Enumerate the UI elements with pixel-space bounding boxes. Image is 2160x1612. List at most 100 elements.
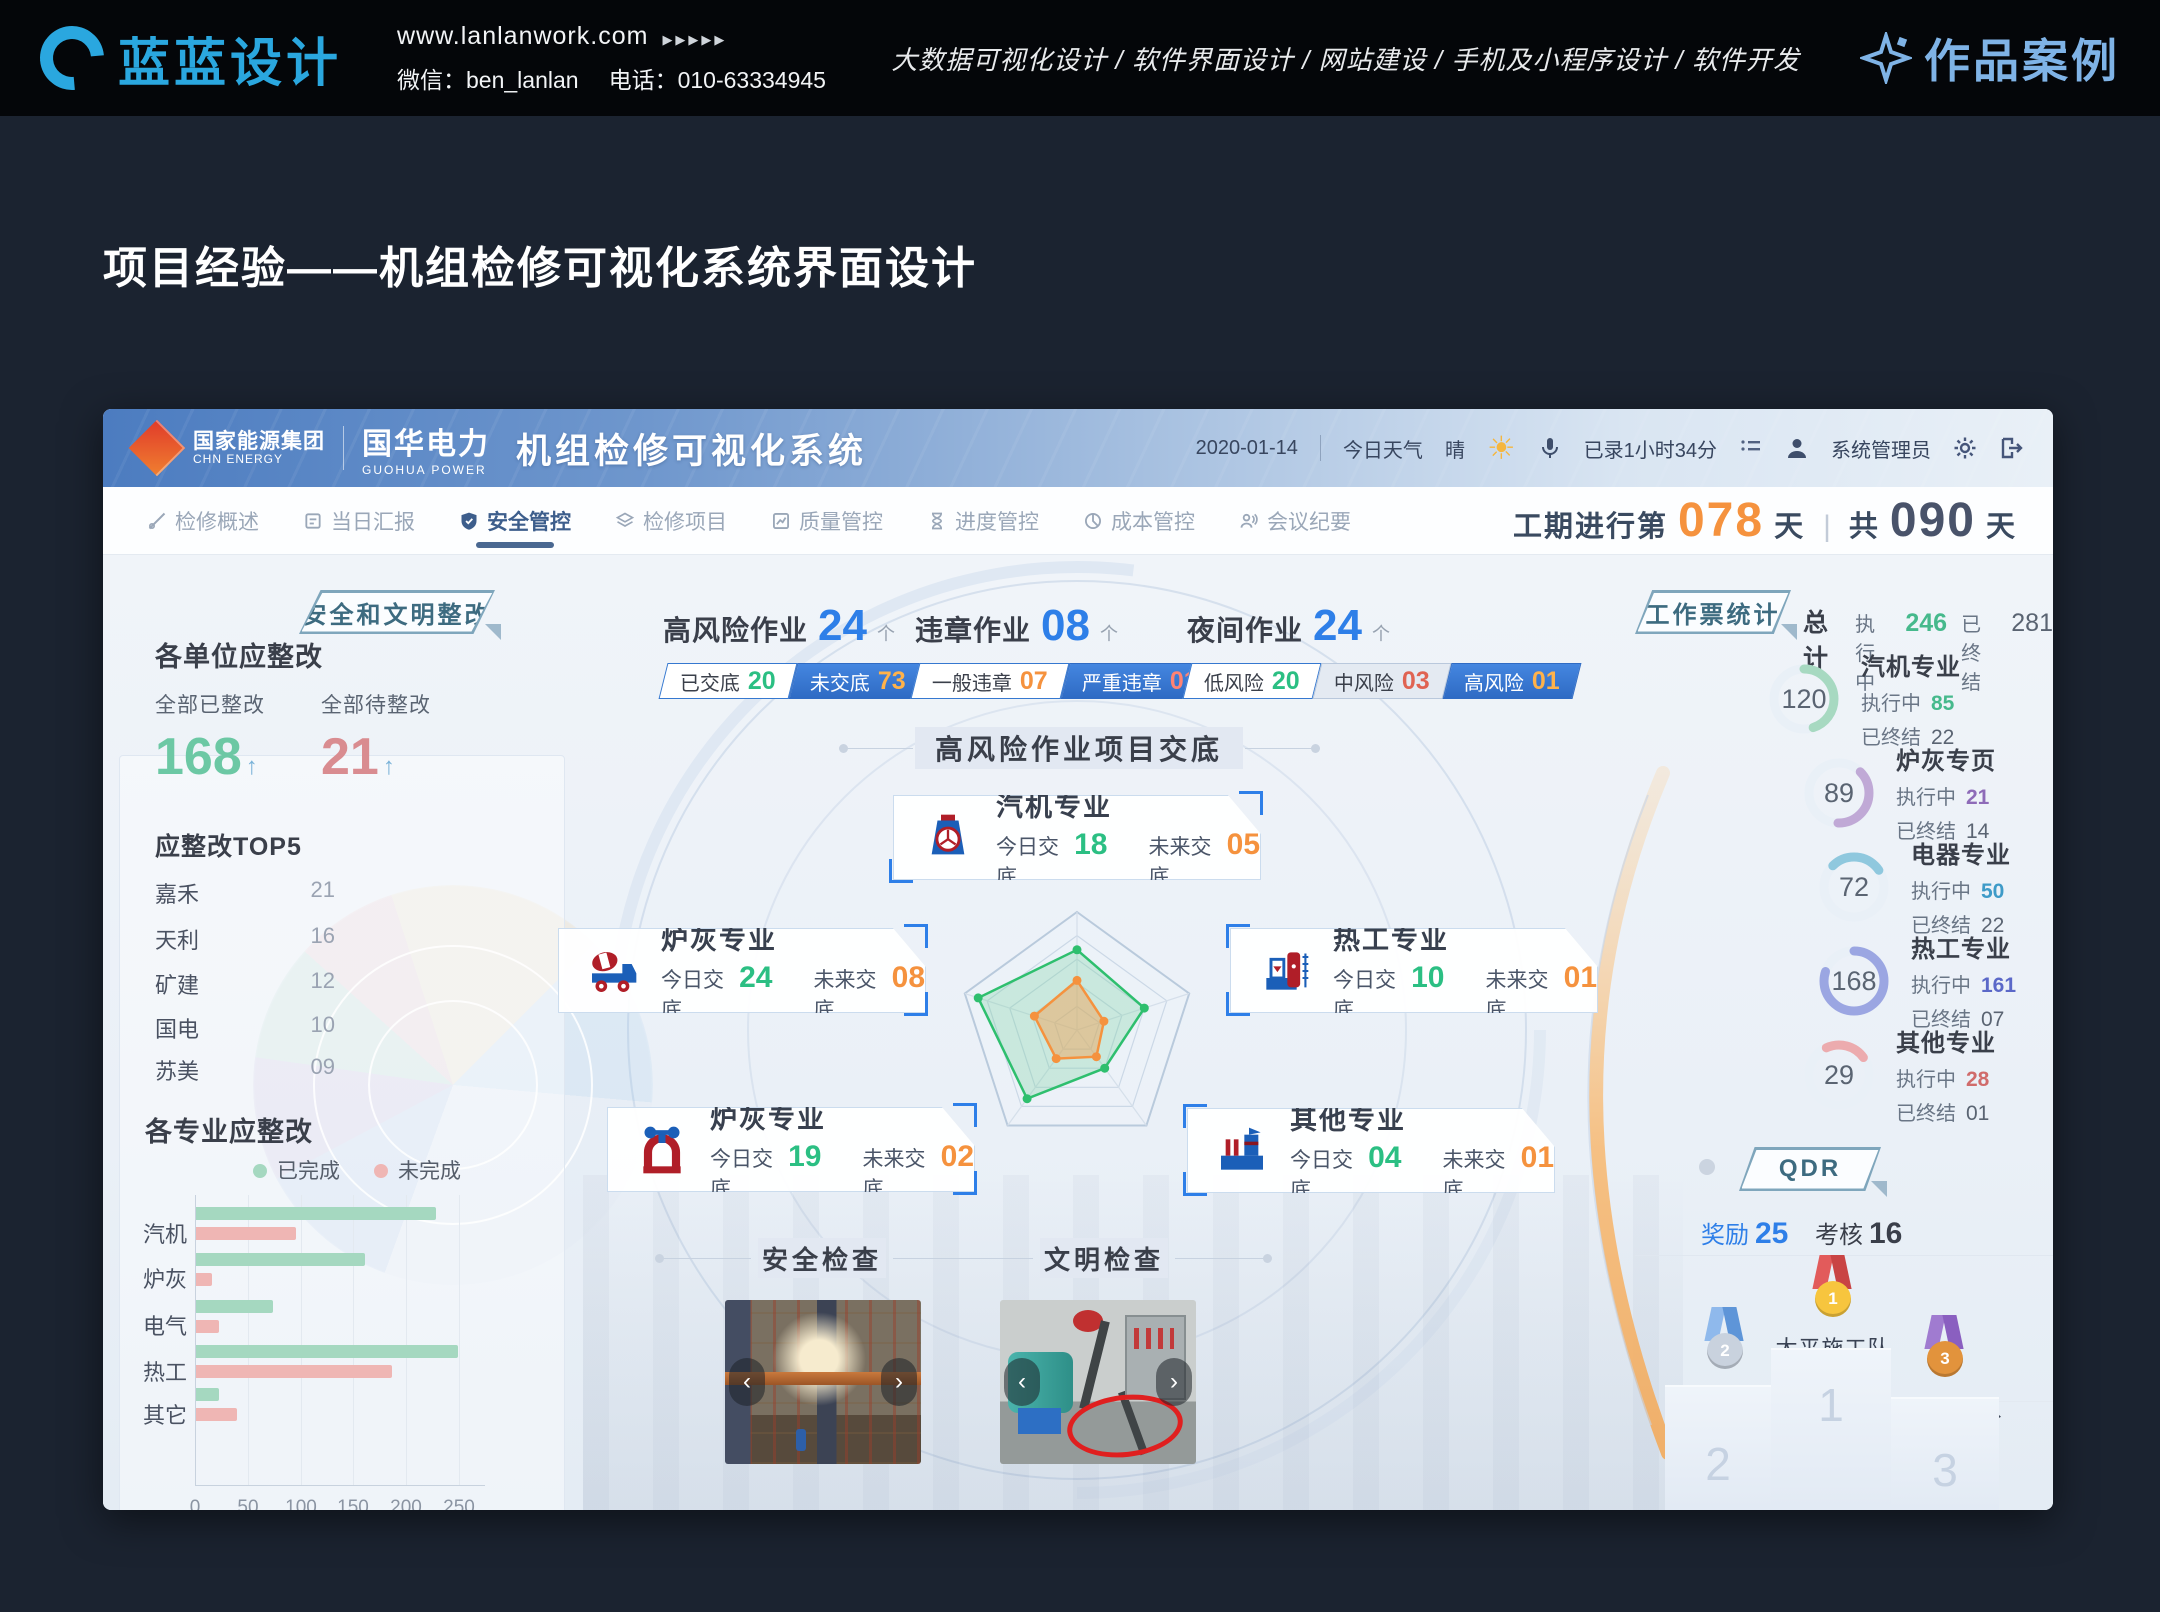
- svg-text:29: 29: [1824, 1060, 1854, 1090]
- username[interactable]: 系统管理员: [1831, 434, 1931, 463]
- stat-high-risk-jobs: 高风险作业24个 已交底20 未交底73: [663, 601, 923, 699]
- top5-row: 天利16: [155, 923, 335, 955]
- svg-text:72: 72: [1839, 872, 1869, 902]
- page-title: 项目经验——机组检修可视化系统界面设计: [103, 232, 977, 296]
- ticket-row-electrical: 72 电器专业 执行中50 已终结22: [1815, 835, 2011, 938]
- arrows-icon: ▶▶▶▶▶: [662, 32, 727, 47]
- portfolio-link[interactable]: 作品案例: [1860, 25, 2120, 91]
- silver-medal-icon: 2: [1701, 1307, 1749, 1377]
- podium-step-3: 3: [1891, 1397, 1999, 1510]
- svg-text:168: 168: [1831, 966, 1876, 996]
- tag-general-violation: 一般违章07: [911, 663, 1070, 699]
- left-panel-badge: 安全和文明整改: [299, 590, 495, 634]
- top5-row: 苏美09: [155, 1054, 335, 1086]
- ticket-row-turbine: 120 汽机专业 执行中85 已终结22: [1765, 647, 1961, 750]
- gear-icon[interactable]: [1953, 436, 1977, 460]
- card-ash-valve-specialty[interactable]: 炉灰专业 今日交底19未来交底02: [607, 1107, 975, 1192]
- dashboard-nav: 检修概述 当日汇报 安全管控 检修项目 质量管控 进度管控 成本管控 会议纪要 …: [103, 487, 2053, 555]
- tag-disclosed: 已交底20: [659, 663, 798, 699]
- site-phone: 电话：010-63334945: [609, 67, 826, 93]
- card-turbine-specialty[interactable]: 汽机专业 今日交底18未来交底05: [893, 795, 1261, 880]
- card-corner-accent: [904, 924, 928, 948]
- tab-meeting-minutes[interactable]: 会议纪要: [1239, 487, 1351, 554]
- banner-connector: [1245, 748, 1313, 749]
- up-arrow-icon: ↑: [383, 753, 395, 780]
- logout-icon[interactable]: [1999, 436, 2023, 460]
- banner-connector: [893, 1258, 1033, 1259]
- card-other-specialty[interactable]: 其他专业 今日交底04未来交底01: [1187, 1108, 1555, 1193]
- duration-total: 090: [1890, 493, 1976, 548]
- tab-maintenance-projects[interactable]: 检修项目: [615, 487, 727, 554]
- safety-inspection-banner: 安全检查: [758, 1238, 886, 1278]
- tab-daily-report[interactable]: 当日汇报: [303, 487, 415, 554]
- banner-dot: [655, 1254, 664, 1263]
- top5-row: 嘉禾21: [155, 877, 335, 909]
- card-thermal-specialty[interactable]: 热工专业 今日交底10未来交底01: [1230, 928, 1598, 1013]
- bronze-medal-icon: 3: [1921, 1315, 1969, 1385]
- legend-dot-done: [253, 1164, 267, 1178]
- sparkle-icon: [1860, 32, 1912, 84]
- gold-medal-icon: 1: [1809, 1255, 1857, 1325]
- tab-rewards[interactable]: 奖励25: [1701, 1215, 1788, 1251]
- banner-dot: [1263, 1254, 1272, 1263]
- tab-progress-control[interactable]: 进度管控: [927, 487, 1039, 554]
- brand-divider: [343, 426, 344, 470]
- microphone-icon[interactable]: [1538, 436, 1562, 460]
- brand2-cn: 国华电力: [362, 419, 490, 463]
- header-divider: [1320, 435, 1321, 461]
- decor-orange-arc: [1543, 765, 1713, 1465]
- tab-overview[interactable]: 检修概述: [147, 487, 259, 554]
- sun-icon: ☀: [1487, 432, 1516, 464]
- ticket-row-ash: 89 炉灰专页 执行中21 已终结14: [1800, 741, 1996, 844]
- podium-step-1: 1: [1771, 1348, 1891, 1510]
- disclosure-radar-chart: [927, 888, 1227, 1173]
- podium-step-2: 2: [1665, 1385, 1771, 1510]
- site-logo-text: 蓝蓝设计: [118, 21, 342, 96]
- duration-current: 078: [1678, 493, 1764, 548]
- tab-assessment[interactable]: 考核16: [1815, 1215, 1902, 1251]
- ticket-row-thermal: 168 热工专业 执行中161 已终结07: [1815, 929, 2016, 1032]
- units-rectification-title: 各单位应整改: [155, 635, 323, 674]
- carousel-next-button[interactable]: ›: [881, 1358, 917, 1406]
- user-icon[interactable]: [1785, 436, 1809, 460]
- boiler-icon: [1257, 943, 1313, 999]
- portfolio-label: 作品案例: [1924, 25, 2120, 91]
- banner-connector: [1175, 1258, 1265, 1259]
- system-title: 机组检修可视化系统: [516, 423, 867, 474]
- site-services: 大数据可视化设计 / 软件界面设计 / 网站建设 / 手机及小程序设计 / 软件…: [891, 40, 1800, 77]
- carousel-prev-button[interactable]: ‹: [729, 1358, 765, 1406]
- turbine-icon: [920, 810, 976, 866]
- site-wechat: 微信：ben_lanlan: [397, 67, 579, 93]
- chn-energy-logo-icon: [129, 420, 186, 477]
- svg-text:120: 120: [1781, 684, 1826, 714]
- brand1-en: CHN ENERGY: [193, 453, 325, 466]
- tag-mid-risk: 中风险03: [1312, 663, 1451, 699]
- lanlan-logo-icon: [27, 13, 117, 103]
- banner-dot: [839, 744, 848, 753]
- tab-quality-control[interactable]: 质量管控: [771, 487, 883, 554]
- weather-value: 晴: [1445, 434, 1465, 463]
- dashboard-main: 安全和文明整改 各单位应整改 全部已整改 168↑ 全部待整改 21↑ 应整改T…: [103, 555, 2053, 1510]
- carousel-next-button[interactable]: ›: [1156, 1358, 1192, 1406]
- brand-block: 国家能源集团 CHN ENERGY 国华电力 GUOHUA POWER: [131, 419, 490, 477]
- tab-safety-control[interactable]: 安全管控: [459, 487, 571, 554]
- page: 蓝蓝设计 www.lanlanwork.com ▶▶▶▶▶ 微信：ben_lanl…: [0, 0, 2160, 1612]
- tab-cost-control[interactable]: 成本管控: [1083, 487, 1195, 554]
- site-header: 蓝蓝设计 www.lanlanwork.com ▶▶▶▶▶ 微信：ben_lanl…: [0, 0, 2160, 116]
- ticket-row-other: 29 其他专业 执行中28 已终结01: [1800, 1023, 1996, 1126]
- worker-figure: [796, 1429, 806, 1451]
- factory-icon: [1214, 1123, 1270, 1179]
- list-icon[interactable]: [1739, 436, 1763, 460]
- card-ash-specialty[interactable]: 炉灰专业 今日交底24未来交底08: [558, 928, 926, 1013]
- dashboard-screenshot: 国家能源集团 CHN ENERGY 国华电力 GUOHUA POWER 机组检修…: [103, 409, 2053, 1510]
- mixer-truck-icon: [585, 943, 641, 999]
- banner-connector: [663, 1258, 751, 1259]
- tag-high-risk: 高风险01: [1442, 663, 1581, 699]
- valve-icon: [634, 1122, 690, 1178]
- tag-undisclosed: 未交底73: [788, 663, 927, 699]
- pipe: [1079, 1320, 1110, 1410]
- site-url[interactable]: www.lanlanwork.com: [397, 22, 648, 50]
- carousel-prev-button[interactable]: ‹: [1004, 1358, 1040, 1406]
- duration-total-prefix: 共: [1849, 503, 1880, 545]
- banner-connector: [845, 748, 913, 749]
